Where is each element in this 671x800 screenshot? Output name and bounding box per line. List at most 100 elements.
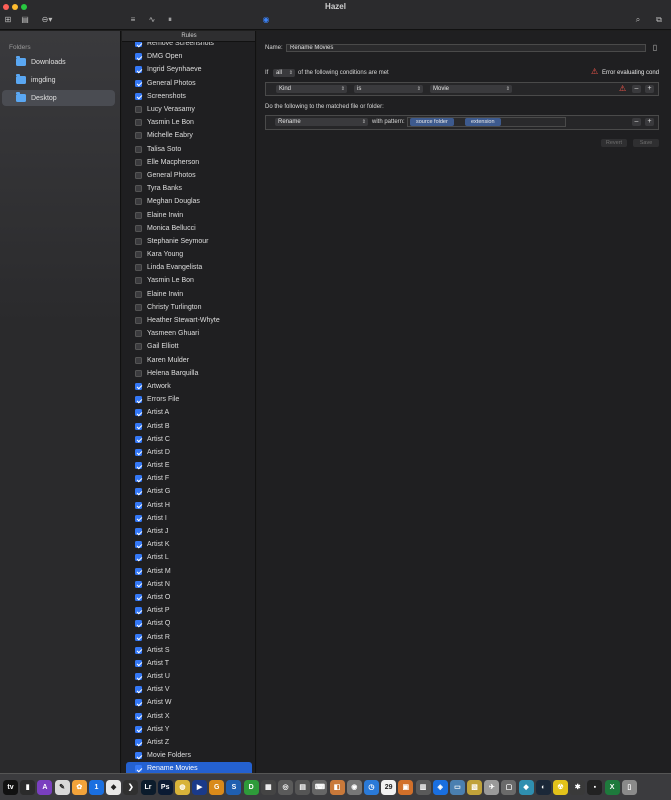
search-icon[interactable]: ⌕ bbox=[632, 15, 644, 25]
rule-enabled-checkbox[interactable] bbox=[135, 198, 142, 206]
rule-enabled-checkbox[interactable] bbox=[135, 514, 142, 522]
rule-row[interactable]: Tyra Banks bbox=[122, 182, 255, 195]
dock-app-g-app-icon[interactable]: G bbox=[209, 779, 225, 795]
dock-app-safari-icon[interactable]: ◷ bbox=[363, 779, 379, 795]
rule-name-field[interactable]: Rename Movies bbox=[286, 44, 646, 52]
rule-row[interactable]: Artist O bbox=[122, 591, 255, 604]
rule-enabled-checkbox[interactable] bbox=[135, 699, 142, 707]
rule-row[interactable]: Artist N bbox=[122, 578, 255, 591]
rule-enabled-checkbox[interactable] bbox=[135, 739, 142, 747]
dock-app-radiation-icon[interactable]: ☢ bbox=[553, 779, 568, 795]
revert-button[interactable]: Revert bbox=[601, 139, 627, 147]
share-icon[interactable]: ⧉ bbox=[653, 15, 665, 25]
rule-row[interactable]: Monica Bellucci bbox=[122, 222, 255, 235]
action-type-popup[interactable]: Rename bbox=[275, 118, 368, 126]
rule-row[interactable]: Yasmin Le Bon bbox=[122, 116, 255, 129]
dock-app-board-icon[interactable]: ▤ bbox=[295, 779, 311, 795]
add-folder-icon[interactable]: ⊞ bbox=[2, 15, 14, 25]
dock-app-excel-icon[interactable]: X bbox=[604, 779, 620, 795]
rule-enabled-checkbox[interactable] bbox=[135, 659, 142, 667]
rule-row[interactable]: Artist C bbox=[122, 433, 255, 446]
rule-enabled-checkbox[interactable] bbox=[135, 119, 142, 127]
dock-app-photoshop-icon[interactable]: Ps bbox=[157, 779, 173, 795]
rule-enabled-checkbox[interactable] bbox=[135, 343, 142, 351]
dock-app-apple-tv-icon[interactable]: tv bbox=[3, 779, 18, 795]
rule-row[interactable]: Linda Evangelista bbox=[122, 261, 255, 274]
rule-row[interactable]: Errors File bbox=[122, 393, 255, 406]
rule-enabled-checkbox[interactable] bbox=[135, 290, 142, 298]
rule-enabled-checkbox[interactable] bbox=[135, 330, 142, 338]
dock-app-fruit-icon[interactable]: ◍ bbox=[174, 779, 190, 795]
dock-app-infuse-icon[interactable]: ▶ bbox=[192, 779, 208, 795]
rule-enabled-checkbox[interactable] bbox=[135, 712, 142, 720]
rule-row[interactable]: Artist U bbox=[122, 670, 255, 683]
condition-value-popup[interactable]: Movie bbox=[430, 85, 512, 93]
dock-app-steam-icon[interactable]: ◐ bbox=[535, 779, 551, 795]
rule-row[interactable]: Meghan Douglas bbox=[122, 195, 255, 208]
rule-row[interactable]: Rename Movies bbox=[126, 762, 252, 773]
dock-app-onepassword-icon[interactable]: 1 bbox=[88, 779, 104, 795]
dock-app-screen-icon[interactable]: ▭ bbox=[449, 779, 465, 795]
rule-enabled-checkbox[interactable] bbox=[135, 673, 142, 681]
rule-enabled-checkbox[interactable] bbox=[135, 435, 142, 443]
rule-enabled-checkbox[interactable] bbox=[135, 725, 142, 733]
condition-attribute-popup[interactable]: Kind bbox=[276, 85, 347, 93]
dock-app-affinity-icon[interactable]: A bbox=[37, 779, 53, 795]
rule-row[interactable]: Elaine Irwin bbox=[122, 208, 255, 221]
add-action-button[interactable]: + bbox=[645, 118, 654, 126]
rule-enabled-checkbox[interactable] bbox=[135, 185, 142, 193]
dock-app-disk-icon[interactable]: ◉ bbox=[346, 779, 362, 795]
dock-app-trash-icon[interactable]: ▯ bbox=[621, 779, 637, 795]
rule-row[interactable]: Gail Elliott bbox=[122, 340, 255, 353]
rule-row[interactable]: DMG Open bbox=[122, 50, 255, 63]
sidebar-item-imgding[interactable]: imgding bbox=[0, 72, 116, 88]
rule-enabled-checkbox[interactable] bbox=[135, 303, 142, 311]
rule-enabled-checkbox[interactable] bbox=[135, 106, 142, 114]
folder-options-icon[interactable]: ▤ bbox=[19, 15, 31, 25]
rule-enabled-checkbox[interactable] bbox=[135, 422, 142, 430]
rule-enabled-checkbox[interactable] bbox=[135, 580, 142, 588]
add-rule-icon[interactable]: ≡ bbox=[127, 15, 139, 25]
rule-row[interactable]: Artist P bbox=[122, 604, 255, 617]
match-all-popup[interactable]: all bbox=[273, 69, 295, 77]
rule-row[interactable]: Ingrid Seynhaeve bbox=[122, 63, 255, 76]
preview-eye-icon[interactable]: ◉ bbox=[260, 15, 272, 25]
rule-enabled-checkbox[interactable] bbox=[135, 475, 142, 483]
dock-app-keys-icon[interactable]: ⌨ bbox=[312, 779, 328, 795]
rule-row[interactable]: Artist I bbox=[122, 512, 255, 525]
dock-app-lightroom-icon[interactable]: Lr bbox=[140, 779, 156, 795]
rule-row[interactable]: Artist H bbox=[122, 499, 255, 512]
rule-row[interactable]: Kara Young bbox=[122, 248, 255, 261]
rule-row[interactable]: Movie Folders bbox=[122, 749, 255, 762]
dock-app-screens-icon[interactable]: ◎ bbox=[278, 779, 293, 795]
rule-row[interactable]: Artist G bbox=[122, 485, 255, 498]
rule-row[interactable]: Elle Macpherson bbox=[122, 156, 255, 169]
rule-row[interactable]: Artist F bbox=[122, 472, 255, 485]
rule-row[interactable]: General Photos bbox=[122, 169, 255, 182]
pause-icon[interactable]: ⏸ bbox=[164, 15, 176, 25]
rule-enabled-checkbox[interactable] bbox=[135, 382, 142, 390]
rule-row[interactable]: Artist L bbox=[122, 551, 255, 564]
rule-enabled-checkbox[interactable] bbox=[135, 171, 142, 179]
rule-row[interactable]: Artist Z bbox=[122, 736, 255, 749]
rule-enabled-checkbox[interactable] bbox=[135, 462, 142, 470]
rule-enabled-checkbox[interactable] bbox=[135, 488, 142, 496]
rule-row[interactable]: Karen Mulder bbox=[122, 354, 255, 367]
rule-row[interactable]: Artist A bbox=[122, 406, 255, 419]
rule-enabled-checkbox[interactable] bbox=[135, 607, 142, 615]
condition-operator-popup[interactable]: is bbox=[354, 85, 423, 93]
activity-icon[interactable]: ∿ bbox=[146, 15, 158, 25]
rule-row[interactable]: Artist Y bbox=[122, 723, 255, 736]
sidebar-item-downloads[interactable]: Downloads bbox=[0, 54, 116, 70]
rule-enabled-checkbox[interactable] bbox=[135, 646, 142, 654]
rule-row[interactable]: Artist J bbox=[122, 525, 255, 538]
dock-app-claquette-icon[interactable]: ▦ bbox=[260, 779, 276, 795]
rule-row[interactable]: Artist M bbox=[122, 565, 255, 578]
pattern-token-extension[interactable]: extension bbox=[465, 118, 501, 126]
dock-app-prompt-icon[interactable]: ❯ bbox=[123, 779, 139, 795]
rule-row[interactable]: Lucy Verasamy bbox=[122, 103, 255, 116]
rule-enabled-checkbox[interactable] bbox=[135, 752, 142, 760]
dock-app-d-app-icon[interactable]: D bbox=[243, 779, 259, 795]
rule-row[interactable]: General Photos bbox=[122, 77, 255, 90]
rule-row[interactable]: Helena Barquilla bbox=[122, 367, 255, 380]
